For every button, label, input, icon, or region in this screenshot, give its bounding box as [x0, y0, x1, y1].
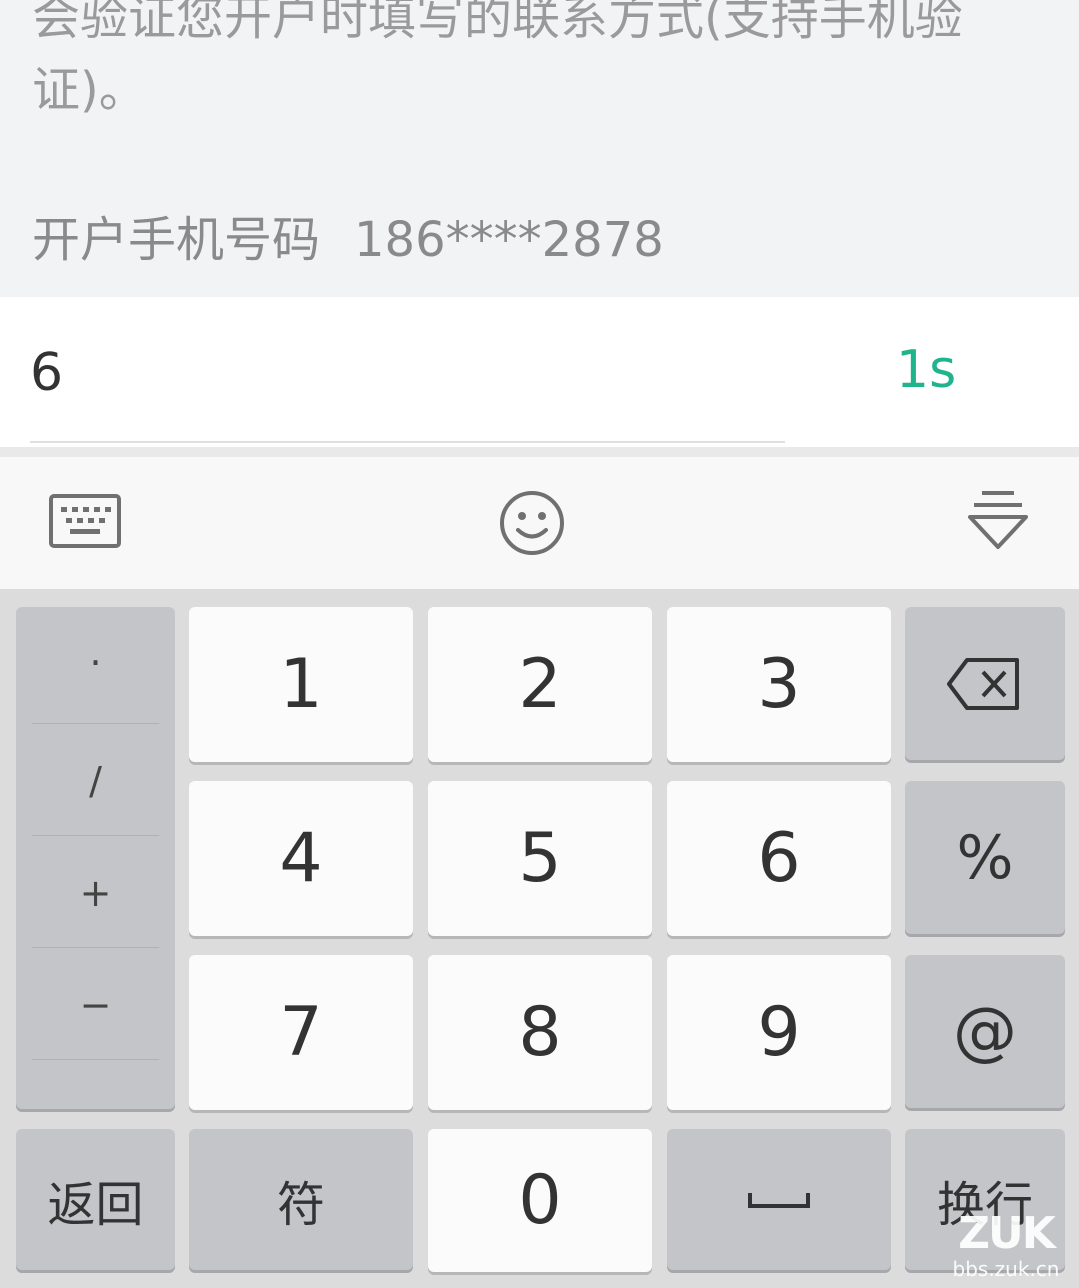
backspace-key[interactable] — [905, 607, 1065, 760]
key-9[interactable]: 9 — [667, 955, 891, 1110]
phone-label: 开户手机号码 — [32, 212, 321, 268]
watermark-url: bbs.zuk.cn — [952, 1257, 1060, 1281]
symbol-key-plus[interactable]: + — [32, 837, 159, 949]
symbol-column: · / + − — [16, 607, 175, 1109]
at-key[interactable]: @ — [905, 955, 1065, 1108]
symbol-key-dot[interactable]: · — [32, 607, 159, 719]
separator — [32, 1059, 159, 1060]
zuk-logo: ZUK — [958, 1208, 1056, 1259]
separator — [32, 835, 159, 836]
key-7[interactable]: 7 — [189, 955, 413, 1110]
backspace-icon — [947, 657, 1019, 710]
space-key[interactable] — [667, 1129, 891, 1270]
phone-row: 开户手机号码 186****2878 — [32, 200, 664, 270]
forum-watermark: ZUK bbs.zuk.cn — [946, 1212, 1066, 1282]
key-1[interactable]: 1 — [189, 607, 413, 762]
verification-code-input[interactable] — [30, 333, 750, 413]
symbol-key[interactable]: 符 — [189, 1129, 413, 1270]
phone-value: 186****2878 — [354, 212, 664, 268]
key-8[interactable]: 8 — [428, 955, 652, 1110]
back-key[interactable]: 返回 — [16, 1129, 175, 1270]
verification-description: 会验证您开户时填写的联系方式(支持手机验证)。 — [32, 0, 963, 118]
percent-key[interactable]: % — [905, 781, 1065, 934]
separator — [32, 723, 159, 724]
space-bar-icon — [748, 1192, 810, 1208]
info-section: 会验证您开户时填写的联系方式(支持手机验证)。 开户手机号码 186****287… — [0, 0, 1079, 297]
key-2[interactable]: 2 — [428, 607, 652, 762]
separator — [32, 947, 159, 948]
input-underline — [30, 441, 785, 443]
symbol-key-slash[interactable]: / — [32, 725, 159, 837]
resend-countdown[interactable]: 1s — [896, 340, 956, 400]
key-6[interactable]: 6 — [667, 781, 891, 936]
key-5[interactable]: 5 — [428, 781, 652, 936]
key-4[interactable]: 4 — [189, 781, 413, 936]
symbol-key-minus[interactable]: − — [32, 949, 159, 1061]
keyboard-toolbar — [0, 457, 1079, 589]
key-3[interactable]: 3 — [667, 607, 891, 762]
divider — [0, 447, 1079, 457]
numeric-keyboard: · / + − 1 2 3 4 5 6 % 7 8 9 @ 返回 符 0 换行 — [0, 589, 1079, 1288]
key-0[interactable]: 0 — [428, 1129, 652, 1272]
keyboard-icon[interactable] — [48, 485, 128, 561]
collapse-keyboard-icon[interactable] — [960, 485, 1040, 561]
emoji-icon[interactable] — [494, 485, 574, 561]
